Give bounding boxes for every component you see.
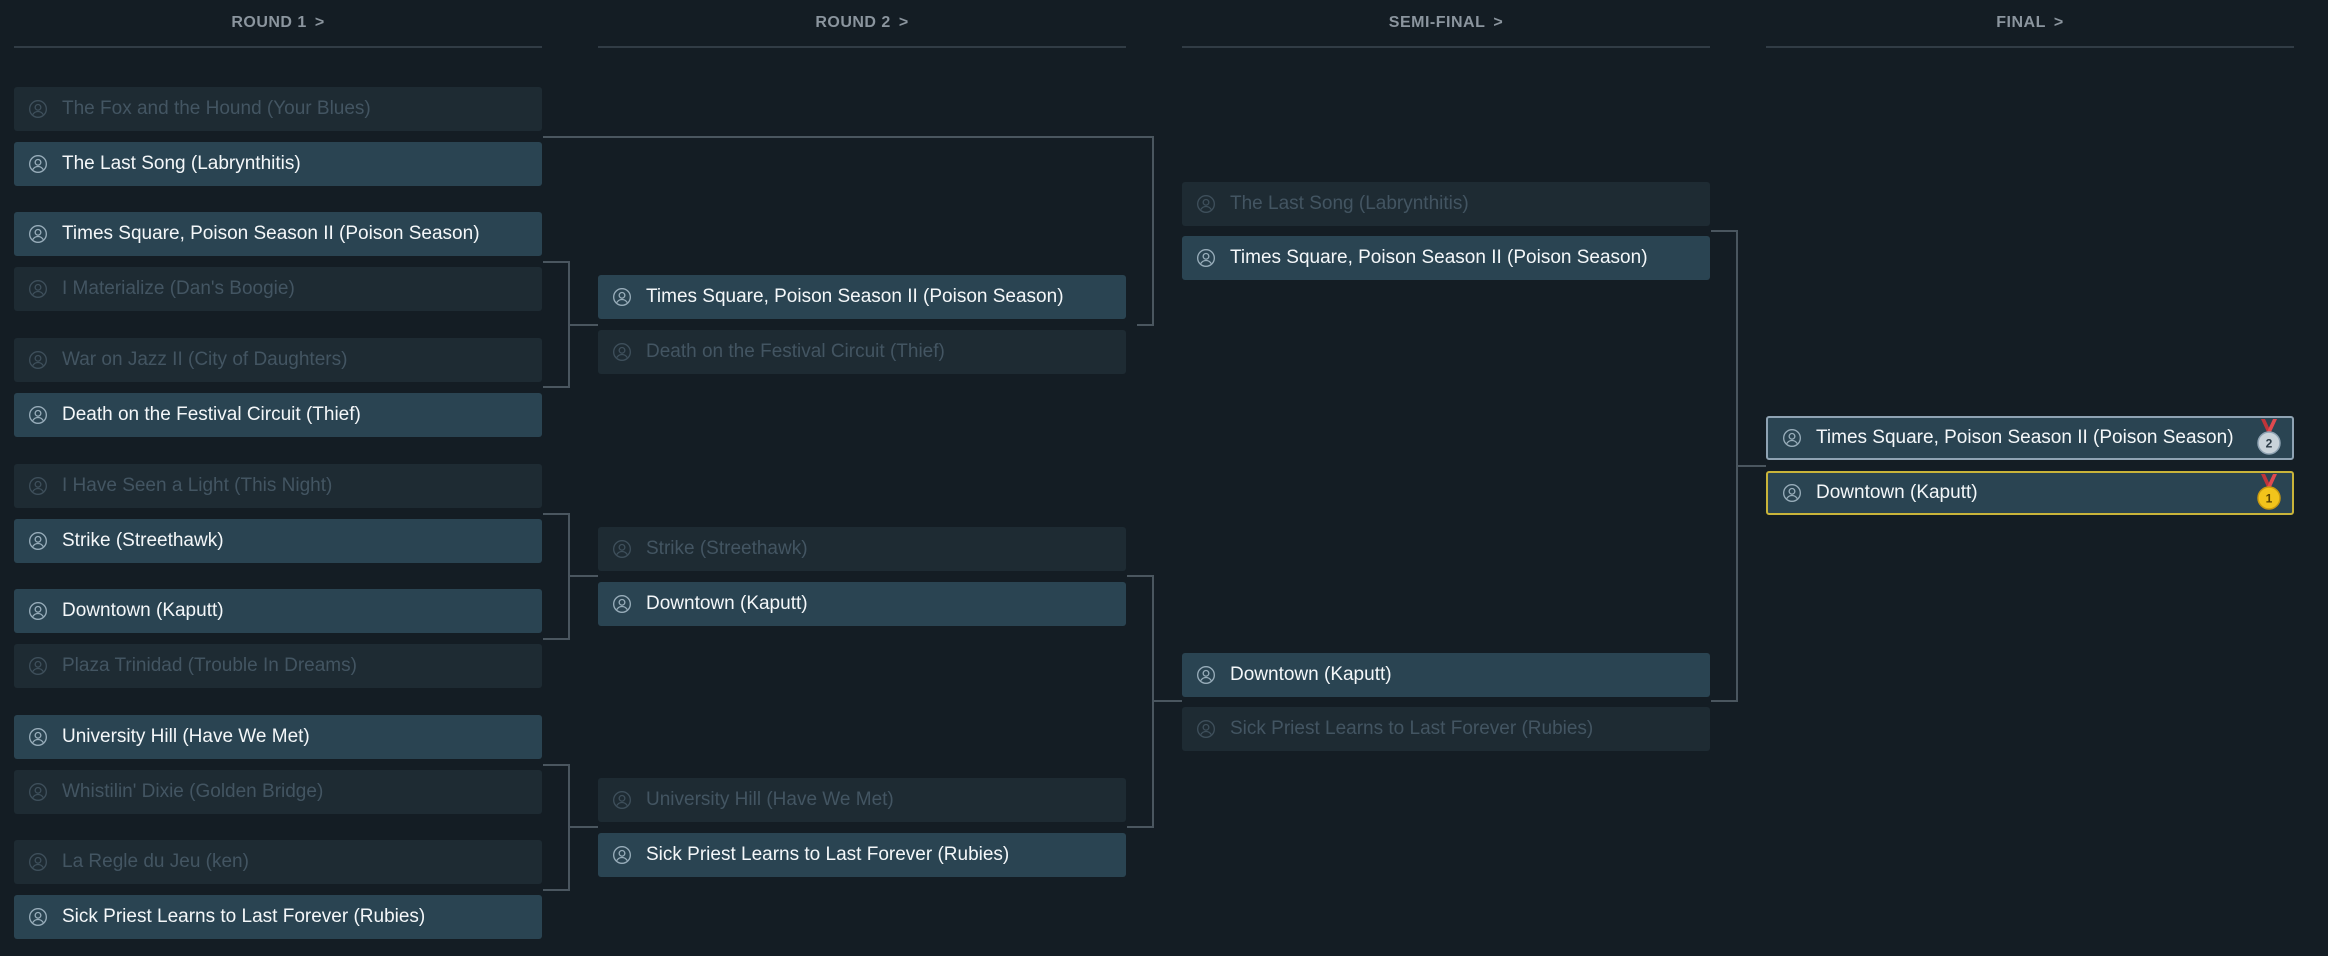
user-circle-icon [613, 540, 631, 558]
final-header[interactable]: FINAL > [1766, 0, 2294, 48]
entry-title: Downtown (Kaputt) [646, 593, 808, 614]
round-1-entry[interactable]: Times Square, Poison Season II (Poison S… [14, 212, 542, 256]
entry-title: Times Square, Poison Season II (Poison S… [1816, 427, 2234, 448]
semi-final-header[interactable]: SEMI-FINAL > [1182, 0, 1710, 48]
entry-title: Downtown (Kaputt) [62, 600, 224, 621]
entry-title: I Materialize (Dan's Boogie) [62, 278, 295, 299]
entry-title: Downtown (Kaputt) [1816, 482, 1978, 503]
entry-title: Sick Priest Learns to Last Forever (Rubi… [62, 906, 426, 927]
user-circle-icon [29, 100, 47, 118]
user-circle-icon [29, 783, 47, 801]
round-1-entry[interactable]: Whistilin' Dixie (Golden Bridge) [14, 770, 542, 814]
round-2-entry[interactable]: University Hill (Have We Met) [598, 778, 1126, 822]
medal-rank: 1 [2266, 492, 2273, 506]
entry-title: The Last Song (Labrynthitis) [1230, 193, 1469, 214]
gold-medal-icon: 1 [2257, 474, 2281, 510]
entry-title: Strike (Streethawk) [646, 538, 808, 559]
round-1-entry[interactable]: Sick Priest Learns to Last Forever (Rubi… [14, 895, 542, 939]
user-circle-icon [1783, 429, 1801, 447]
user-circle-icon [613, 288, 631, 306]
user-circle-icon [29, 908, 47, 926]
entry-title: Times Square, Poison Season II (Poison S… [1230, 247, 1648, 268]
user-circle-icon [29, 728, 47, 746]
user-circle-icon [613, 343, 631, 361]
user-circle-icon [1197, 666, 1215, 684]
entry-title: War on Jazz II (City of Daughters) [62, 349, 348, 370]
entry-title: Death on the Festival Circuit (Thief) [646, 341, 945, 362]
semi-final-entry[interactable]: The Last Song (Labrynthitis) [1182, 182, 1710, 226]
entry-title: I Have Seen a Light (This Night) [62, 475, 333, 496]
entry-title: The Fox and the Hound (Your Blues) [62, 98, 371, 119]
round-1-header[interactable]: ROUND 1 > [14, 0, 542, 48]
round-2-label: ROUND 2 [815, 14, 891, 31]
round-1-entry[interactable]: I Materialize (Dan's Boogie) [14, 267, 542, 311]
round-1-entry[interactable]: War on Jazz II (City of Daughters) [14, 338, 542, 382]
round-2-entry[interactable]: Sick Priest Learns to Last Forever (Rubi… [598, 833, 1126, 877]
round-1-entry[interactable]: Strike (Streethawk) [14, 519, 542, 563]
entry-title: Plaza Trinidad (Trouble In Dreams) [62, 655, 357, 676]
entry-title: Times Square, Poison Season II (Poison S… [62, 223, 480, 244]
user-circle-icon [29, 853, 47, 871]
medal-rank: 2 [2266, 437, 2273, 451]
user-circle-icon [29, 280, 47, 298]
user-circle-icon [29, 351, 47, 369]
entry-title: Sick Priest Learns to Last Forever (Rubi… [646, 844, 1010, 865]
user-circle-icon [613, 846, 631, 864]
semi-final-entry[interactable]: Times Square, Poison Season II (Poison S… [1182, 236, 1710, 280]
round-1-entry[interactable]: Death on the Festival Circuit (Thief) [14, 393, 542, 437]
chevron-right-icon: > [314, 14, 325, 31]
user-circle-icon [29, 532, 47, 550]
user-circle-icon [1783, 484, 1801, 502]
round-1-entry[interactable]: La Regle du Jeu (ken) [14, 840, 542, 884]
round-1-entry[interactable]: The Last Song (Labrynthitis) [14, 142, 542, 186]
chevron-right-icon: > [898, 14, 909, 31]
final-label: FINAL [1996, 14, 2046, 31]
user-circle-icon [29, 477, 47, 495]
entry-title: La Regle du Jeu (ken) [62, 851, 249, 872]
user-circle-icon [613, 595, 631, 613]
semi-final-entry[interactable]: Downtown (Kaputt) [1182, 653, 1710, 697]
silver-medal-icon: 2 [2257, 419, 2281, 455]
user-circle-icon [1197, 195, 1215, 213]
final-entry-winner[interactable]: Downtown (Kaputt) 1 [1766, 471, 2294, 515]
entry-title: Strike (Streethawk) [62, 530, 224, 551]
final-entry-runner-up[interactable]: Times Square, Poison Season II (Poison S… [1766, 416, 2294, 460]
entry-title: Downtown (Kaputt) [1230, 664, 1392, 685]
round-2-entry[interactable]: Strike (Streethawk) [598, 527, 1126, 571]
user-circle-icon [29, 406, 47, 424]
entry-title: Whistilin' Dixie (Golden Bridge) [62, 781, 324, 802]
user-circle-icon [29, 225, 47, 243]
round-2-entry[interactable]: Death on the Festival Circuit (Thief) [598, 330, 1126, 374]
user-circle-icon [1197, 720, 1215, 738]
round-1-label: ROUND 1 [231, 14, 307, 31]
user-circle-icon [29, 155, 47, 173]
user-circle-icon [29, 657, 47, 675]
round-2-entry[interactable]: Times Square, Poison Season II (Poison S… [598, 275, 1126, 319]
round-1-entry[interactable]: University Hill (Have We Met) [14, 715, 542, 759]
round-1-entry[interactable]: I Have Seen a Light (This Night) [14, 464, 542, 508]
round-1-entry[interactable]: Downtown (Kaputt) [14, 589, 542, 633]
round-1-entry[interactable]: Plaza Trinidad (Trouble In Dreams) [14, 644, 542, 688]
entry-title: The Last Song (Labrynthitis) [62, 153, 301, 174]
semi-final-entry[interactable]: Sick Priest Learns to Last Forever (Rubi… [1182, 707, 1710, 751]
chevron-right-icon: > [1493, 14, 1504, 31]
entry-title: University Hill (Have We Met) [62, 726, 310, 747]
entry-title: Sick Priest Learns to Last Forever (Rubi… [1230, 718, 1594, 739]
round-1-entry[interactable]: The Fox and the Hound (Your Blues) [14, 87, 542, 131]
user-circle-icon [1197, 249, 1215, 267]
entry-title: Times Square, Poison Season II (Poison S… [646, 286, 1064, 307]
entry-title: University Hill (Have We Met) [646, 789, 894, 810]
user-circle-icon [613, 791, 631, 809]
chevron-right-icon: > [2053, 14, 2064, 31]
semi-final-label: SEMI-FINAL [1388, 14, 1486, 31]
user-circle-icon [29, 602, 47, 620]
round-2-entry[interactable]: Downtown (Kaputt) [598, 582, 1126, 626]
round-2-header[interactable]: ROUND 2 > [598, 0, 1126, 48]
entry-title: Death on the Festival Circuit (Thief) [62, 404, 361, 425]
